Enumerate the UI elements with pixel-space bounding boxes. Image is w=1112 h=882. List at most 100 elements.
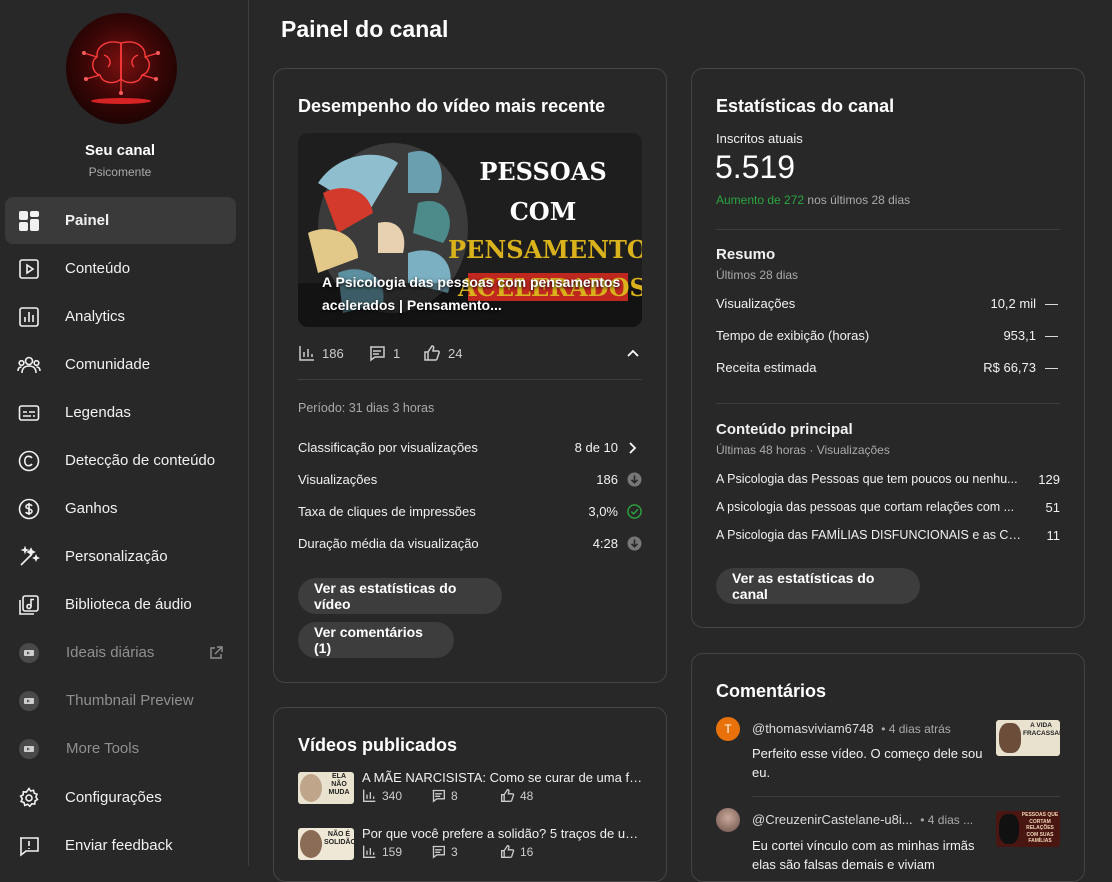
views-count: 340 (382, 788, 403, 803)
audio-library-icon (17, 593, 41, 617)
top-content-value: 51 (1045, 500, 1060, 515)
thumbs-up-icon (501, 788, 515, 802)
sidebar-item-label: Painel (65, 212, 110, 229)
views-count: 186 (322, 345, 344, 361)
card-title: Vídeos publicados (298, 735, 458, 755)
sidebar-item-conteudo[interactable]: Conteúdo (5, 245, 236, 292)
sidebar-item-label: Biblioteca de áudio (65, 596, 192, 613)
analytics-icon (363, 789, 376, 802)
analytics-icon (17, 305, 41, 329)
sidebar-item-label: Ganhos (65, 500, 118, 517)
comment-author[interactable]: @CreuzenirCastelane-u8i... (752, 812, 913, 827)
sidebar-item-ganhos[interactable]: Ganhos (5, 485, 236, 532)
summary-value: 10,2 mil (990, 296, 1036, 311)
sidebar-item-painel[interactable]: Painel (5, 197, 236, 244)
view-video-stats-button[interactable]: Ver as estatísticas do vídeo (298, 578, 502, 614)
subscribers-count: 5.519 (715, 149, 796, 185)
views-count: 159 (382, 844, 403, 859)
video-thumbnail[interactable]: PESSOAS QUE CORTAM RELAÇÕES COM SUAS FAM… (996, 811, 1060, 847)
summary-label: Receita estimada (716, 360, 817, 375)
chevron-up-icon[interactable] (626, 346, 640, 365)
arrow-down-icon (627, 536, 642, 556)
sidebar-item-label: Configurações (65, 789, 162, 806)
sidebar-item-label: Thumbnail Preview (66, 692, 194, 709)
video-thumbnail[interactable]: NÃO É SOLIDÃO (298, 828, 354, 860)
customization-icon (17, 545, 41, 569)
view-channel-stats-button[interactable]: Ver as estatísticas do canal (716, 568, 920, 604)
top-content-item[interactable]: A psicologia das pessoas que cortam rela… (716, 500, 1028, 514)
subtitles-icon (17, 401, 41, 425)
video-title[interactable]: A MÃE NARCISISTA: Como se curar de uma f… (362, 770, 644, 785)
sidebar-item-legendas[interactable]: Legendas (5, 389, 236, 436)
sidebar-item-thumbnail-preview[interactable]: Thumbnail Preview (5, 677, 236, 724)
comments-stat: 3 (431, 844, 458, 859)
chevron-right-icon[interactable] (626, 441, 638, 460)
period-text: nos últimos 28 dias (807, 193, 911, 207)
channel-stats-card: Estatísticas do canal Inscritos atuais 5… (691, 68, 1085, 628)
video-title[interactable]: Por que você prefere a solidão? 5 traços… (362, 826, 644, 841)
comment-icon (370, 346, 385, 362)
sidebar-item-personalizacao[interactable]: Personalização (5, 533, 236, 580)
sidebar-item-ideais-diarias[interactable]: Ideais diárias (5, 629, 236, 676)
sidebar-item-comunidade[interactable]: Comunidade (5, 341, 236, 388)
row-label: Duração média da visualização (298, 536, 479, 551)
sidebar-item-label: Legendas (65, 404, 131, 421)
trend-dash: — (1045, 296, 1058, 311)
row-value: 8 de 10 (574, 440, 618, 455)
avatar[interactable] (716, 808, 740, 832)
sidebar-item-analytics[interactable]: Analytics (5, 293, 236, 340)
subscribers-change: Aumento de 272 nos últimos 28 dias (716, 193, 910, 207)
views-stat: 186 (298, 344, 344, 362)
row-value: 186 (596, 472, 618, 487)
period-text: Período: 31 dias 3 horas (298, 401, 435, 415)
latest-video-card: Desempenho do vídeo mais recente PESSOAS… (273, 68, 667, 683)
sidebar-item-label: Ideais diárias (66, 644, 155, 661)
top-content-item[interactable]: A Psicologia das FAMÍLIAS DISFUNCIONAIS … (716, 528, 1028, 542)
trend-dash: — (1045, 360, 1058, 375)
extension-icon (17, 641, 41, 665)
divider (716, 403, 1060, 404)
card-title: Comentários (716, 681, 827, 701)
video-thumbnail[interactable]: PESSOAS COM PENSAMENTOS ACELERADOS A Psi… (298, 133, 642, 327)
analytics-icon (363, 845, 376, 858)
sidebar-item-label: More Tools (66, 740, 140, 757)
increase-text: Aumento de 272 (716, 193, 805, 207)
row-label: Classificação por visualizações (298, 440, 478, 455)
summary-label: Tempo de exibição (horas) (716, 328, 870, 343)
card-title: Estatísticas do canal (716, 96, 895, 116)
video-thumbnail[interactable]: ELA NÃO MUDA (298, 772, 354, 804)
video-thumbnail[interactable]: A VIDA FRACASSADA (996, 720, 1060, 756)
likes-stat: 16 (500, 844, 533, 859)
subscribers-label: Inscritos atuais (716, 131, 803, 146)
views-stat: 159 (362, 844, 402, 859)
check-circle-icon (627, 504, 642, 524)
sidebar-item-label: Comunidade (65, 356, 151, 373)
comment-time: • 4 dias atrás (881, 722, 951, 736)
card-title: Desempenho do vídeo mais recente (298, 96, 606, 116)
sidebar-item-biblioteca-audio[interactable]: Biblioteca de áudio (5, 581, 236, 628)
comments-card: Comentários T @thomasviviam6748 • 4 dias… (691, 653, 1085, 882)
avatar[interactable]: T (716, 717, 740, 741)
sidebar-item-label: Detecção de conteúdo (65, 452, 216, 469)
published-videos-card: Vídeos publicados ELA NÃO MUDA A MÃE NAR… (273, 707, 667, 882)
comment-time: • 4 dias ... (920, 813, 974, 827)
community-icon (17, 353, 41, 377)
view-comments-button[interactable]: Ver comentários (1) (298, 622, 454, 658)
external-link-icon (208, 645, 224, 661)
thumbnail-text: PESSOAS QUE CORTAM RELAÇÕES COM SUAS FAM… (1021, 812, 1059, 844)
sidebar-item-more-tools[interactable]: More Tools (5, 725, 236, 772)
row-label: Taxa de cliques de impressões (298, 504, 476, 519)
views-stat: 340 (362, 788, 402, 803)
sidebar-item-configuracoes[interactable]: Configurações (5, 774, 236, 821)
comment-text: Eu cortei vínculo com as minhas irmãs el… (752, 838, 975, 872)
divider (752, 796, 1060, 797)
top-content-value: 129 (1038, 472, 1060, 487)
sidebar-item-deteccao[interactable]: Detecção de conteúdo (5, 437, 236, 484)
thumbs-up-icon (424, 345, 440, 361)
comment-author[interactable]: @thomasviviam6748 (752, 721, 874, 736)
extension-icon (17, 689, 41, 713)
top-content-item[interactable]: A Psicologia das Pessoas que tem poucos … (716, 472, 1028, 486)
channel-avatar[interactable] (66, 13, 177, 124)
thumbnail-text: NÃO É SOLIDÃO (324, 831, 354, 846)
sidebar-item-enviar-feedback[interactable]: Enviar feedback (5, 822, 236, 869)
